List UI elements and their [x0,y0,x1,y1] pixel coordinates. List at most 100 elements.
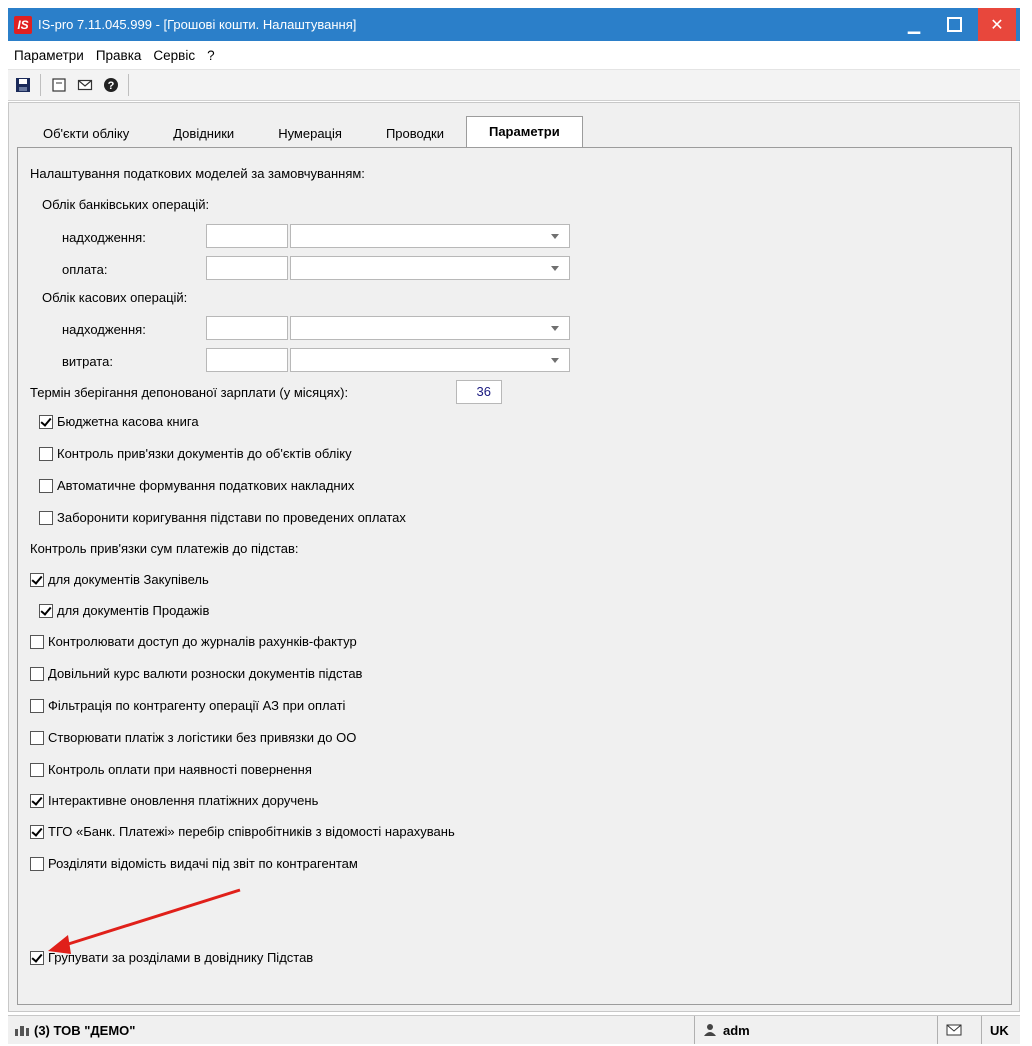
checkbox-label: Розділяти відомість видачі під звіт по к… [48,856,358,871]
checkbox-label: для документів Закупівель [48,572,209,587]
cash-expense-label: витрата: [62,354,113,369]
checkbox-purchase-documents[interactable]: для документів Закупівель [30,572,209,587]
close-button[interactable]: ✕ [978,8,1016,41]
cash-operations-heading: Облік касових операцій: [42,290,188,305]
checkbox-label: Групувати за розділами в довіднику Підст… [48,950,314,965]
help-icon: ? [104,78,118,92]
save-button[interactable] [12,74,34,96]
checkbox-label: Контролювати доступ до журналів рахунків… [48,634,357,649]
user-info[interactable]: adm [694,1016,937,1044]
checkbox-label: Контроль прив'язки документів до об'єкті… [57,446,352,461]
cash-income-model-select[interactable] [290,316,570,340]
chevron-down-icon [551,358,559,363]
checkbox-group-by-sections[interactable]: Групувати за розділами в довіднику Підст… [30,950,313,965]
deposit-term-label: Термін зберігання депонованої зарплати (… [30,385,349,400]
menu-edit[interactable]: Правка [90,48,148,63]
menu-parameters[interactable]: Параметри [8,48,90,63]
checkbox-box[interactable] [39,414,53,429]
checkbox-tgo-bank-payments[interactable]: ТГО «Банк. Платежі» перебір співробітник… [30,824,455,839]
title-bar: IS IS-pro 7.11.045.999 - [Грошові кошти.… [8,8,1020,41]
tab-strip: Об'єкти обліку Довідники Нумерація Прово… [21,116,583,147]
checkbox-box[interactable] [30,824,44,839]
document-button[interactable] [48,74,70,96]
checkbox-interactive-payment-orders[interactable]: Інтерактивне оновлення платіжних доручен… [30,793,318,808]
chevron-down-icon [551,266,559,271]
checkbox-budget-cash-book[interactable]: Бюджетна касова книга [39,414,199,429]
checkbox-label: ТГО «Банк. Платежі» перебір співробітник… [48,824,455,839]
checkbox-box[interactable] [30,950,44,965]
checkbox-forbid-basis-correction[interactable]: Заборонити коригування підстави по прове… [39,510,406,525]
checkbox-label: Заборонити коригування підстави по прове… [57,510,406,525]
window-title: IS-pro 7.11.045.999 - [Грошові кошти. На… [38,17,357,32]
checkbox-logistics-payment[interactable]: Створювати платіж з логістики без привяз… [30,730,356,745]
tab-parameters[interactable]: Параметри [465,116,583,147]
close-icon: ✕ [990,16,1004,34]
bank-payment-model-select[interactable] [290,256,570,280]
bank-payment-label: оплата: [62,262,108,277]
checkbox-box[interactable] [39,603,53,618]
checkbox-control-document-binding[interactable]: Контроль прив'язки документів до об'єкті… [39,446,352,461]
bank-payment-code-input[interactable] [206,256,288,280]
checkbox-box[interactable] [30,634,44,649]
chevron-down-icon [551,234,559,239]
bank-income-label: надходження: [62,230,146,245]
checkbox-sales-documents[interactable]: для документів Продажів [39,603,209,618]
toolbar: ? [8,70,1020,101]
checkbox-box[interactable] [30,856,44,871]
checkbox-box[interactable] [30,730,44,745]
mail-status[interactable] [937,1016,981,1044]
cash-expense-model-select[interactable] [290,348,570,372]
maximize-button[interactable] [934,8,974,41]
checkbox-label: Автоматичне формування податкових наклад… [57,478,355,493]
checkbox-split-statement[interactable]: Розділяти відомість видачі під звіт по к… [30,856,358,871]
menu-help[interactable]: ? [201,48,221,63]
tab-directories[interactable]: Довідники [151,121,256,147]
document-icon [52,78,66,92]
checkbox-invoice-journal-access[interactable]: Контролювати доступ до журналів рахунків… [30,634,357,649]
bank-income-model-select[interactable] [290,224,570,248]
cash-income-code-input[interactable] [206,316,288,340]
menu-service[interactable]: Сервіс [147,48,201,63]
chevron-down-icon [551,326,559,331]
checkbox-label: Фільтрація по контрагенту операції АЗ пр… [48,698,346,713]
checkbox-counterparty-filter[interactable]: Фільтрація по контрагенту операції АЗ пр… [30,698,345,713]
tab-numbering[interactable]: Нумерація [256,121,364,147]
payments-binding-heading: Контроль прив'язки сум платежів до підст… [30,541,299,556]
checkbox-box[interactable] [39,510,53,525]
bank-operations-heading: Облік банківських операцій: [42,197,210,212]
checkbox-label: Бюджетна касова книга [57,414,199,429]
mail-button[interactable] [74,74,96,96]
tax-models-heading: Налаштування податкових моделей за замов… [30,166,365,181]
checkbox-return-payment-control[interactable]: Контроль оплати при наявності повернення [30,762,312,777]
checkbox-box[interactable] [39,478,53,493]
minimize-button[interactable]: ▁ [894,8,934,41]
checkbox-label: для документів Продажів [57,603,210,618]
app-logo: IS [14,15,32,34]
language-code: UK [990,1022,1009,1038]
status-bar: (3) ТОВ "ДЕМО" adm UK [8,1015,1020,1044]
checkbox-arbitrary-currency-rate[interactable]: Довільний курс валюти розноски документі… [30,666,362,681]
cash-expense-code-input[interactable] [206,348,288,372]
toolbar-separator [40,74,41,96]
bank-income-code-input[interactable] [206,224,288,248]
checkbox-box[interactable] [30,572,44,587]
user-name: adm [723,1022,750,1038]
deposit-term-input[interactable]: 36 [456,380,502,404]
company-info[interactable]: (3) ТОВ "ДЕМО" [14,1023,135,1038]
checkbox-box[interactable] [30,666,44,681]
checkbox-box[interactable] [30,698,44,713]
tab-postings[interactable]: Проводки [364,121,466,147]
checkbox-box[interactable] [30,762,44,777]
settings-panel: Об'єкти обліку Довідники Нумерація Прово… [8,102,1020,1012]
help-button[interactable]: ? [100,74,122,96]
checkbox-label: Довільний курс валюти розноски документі… [48,666,363,681]
tab-accounting-objects[interactable]: Об'єкти обліку [21,121,151,147]
tab-content: Налаштування податкових моделей за замов… [17,147,1012,1005]
cash-income-label: надходження: [62,322,146,337]
language-indicator[interactable]: UK [981,1016,1020,1044]
menu-bar: Параметри Правка Сервіс ? [8,41,1020,70]
checkbox-box[interactable] [39,446,53,461]
checkbox-auto-tax-invoices[interactable]: Автоматичне формування податкових наклад… [39,478,354,493]
company-name: (3) ТОВ "ДЕМО" [34,1022,136,1038]
checkbox-box[interactable] [30,793,44,808]
